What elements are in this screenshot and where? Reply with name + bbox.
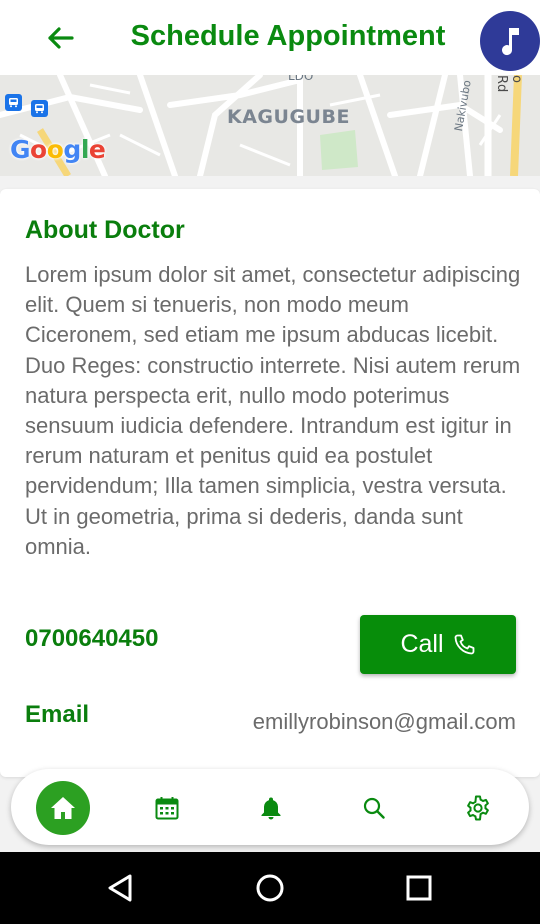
nav-search[interactable] xyxy=(347,781,401,835)
system-navigation-bar xyxy=(0,852,540,924)
home-icon xyxy=(51,797,75,819)
transit-icon xyxy=(5,94,22,111)
nav-home[interactable] xyxy=(36,781,90,835)
phone-icon xyxy=(454,634,474,654)
square-recents-icon xyxy=(406,875,432,901)
bottom-navigation xyxy=(11,769,529,845)
map-area-label: KAGUGUBE xyxy=(227,106,350,128)
triangle-back-icon xyxy=(108,874,132,902)
call-button-label: Call xyxy=(400,630,444,658)
map-road-label: o Rd xyxy=(494,75,524,93)
transit-icon xyxy=(31,100,48,117)
settings-icon xyxy=(467,795,489,821)
bell-icon xyxy=(261,797,281,820)
about-heading: About Doctor xyxy=(25,216,185,244)
app-header: Schedule Appointment xyxy=(0,0,540,75)
email-label: Email xyxy=(25,701,90,728)
about-description: Lorem ipsum dolor sit amet, consectetur … xyxy=(25,262,521,559)
doctor-info-card: About Doctor Lorem ipsum dolor sit amet,… xyxy=(0,189,540,777)
page-title: Schedule Appointment xyxy=(130,20,446,52)
call-button[interactable]: Call xyxy=(360,615,516,674)
music-note-icon xyxy=(502,28,519,56)
map-view[interactable]: LDO KAGUGUBE Nakivubo o Rd Google xyxy=(0,75,540,176)
search-icon xyxy=(363,797,385,819)
nav-settings[interactable] xyxy=(451,781,505,835)
system-recents-button[interactable] xyxy=(397,866,441,910)
map-partial-label: LDO xyxy=(288,75,314,83)
google-logo: Google xyxy=(10,135,106,164)
system-home-button[interactable] xyxy=(248,866,292,910)
circle-home-icon xyxy=(256,874,284,902)
calendar-icon xyxy=(155,797,179,820)
music-button[interactable] xyxy=(480,11,540,71)
phone-number: 0700640450 xyxy=(25,625,159,652)
system-back-button[interactable] xyxy=(98,866,142,910)
nav-notifications[interactable] xyxy=(244,781,298,835)
nav-calendar[interactable] xyxy=(140,781,194,835)
email-value[interactable]: emillyrobinson@gmail.com xyxy=(200,709,516,735)
